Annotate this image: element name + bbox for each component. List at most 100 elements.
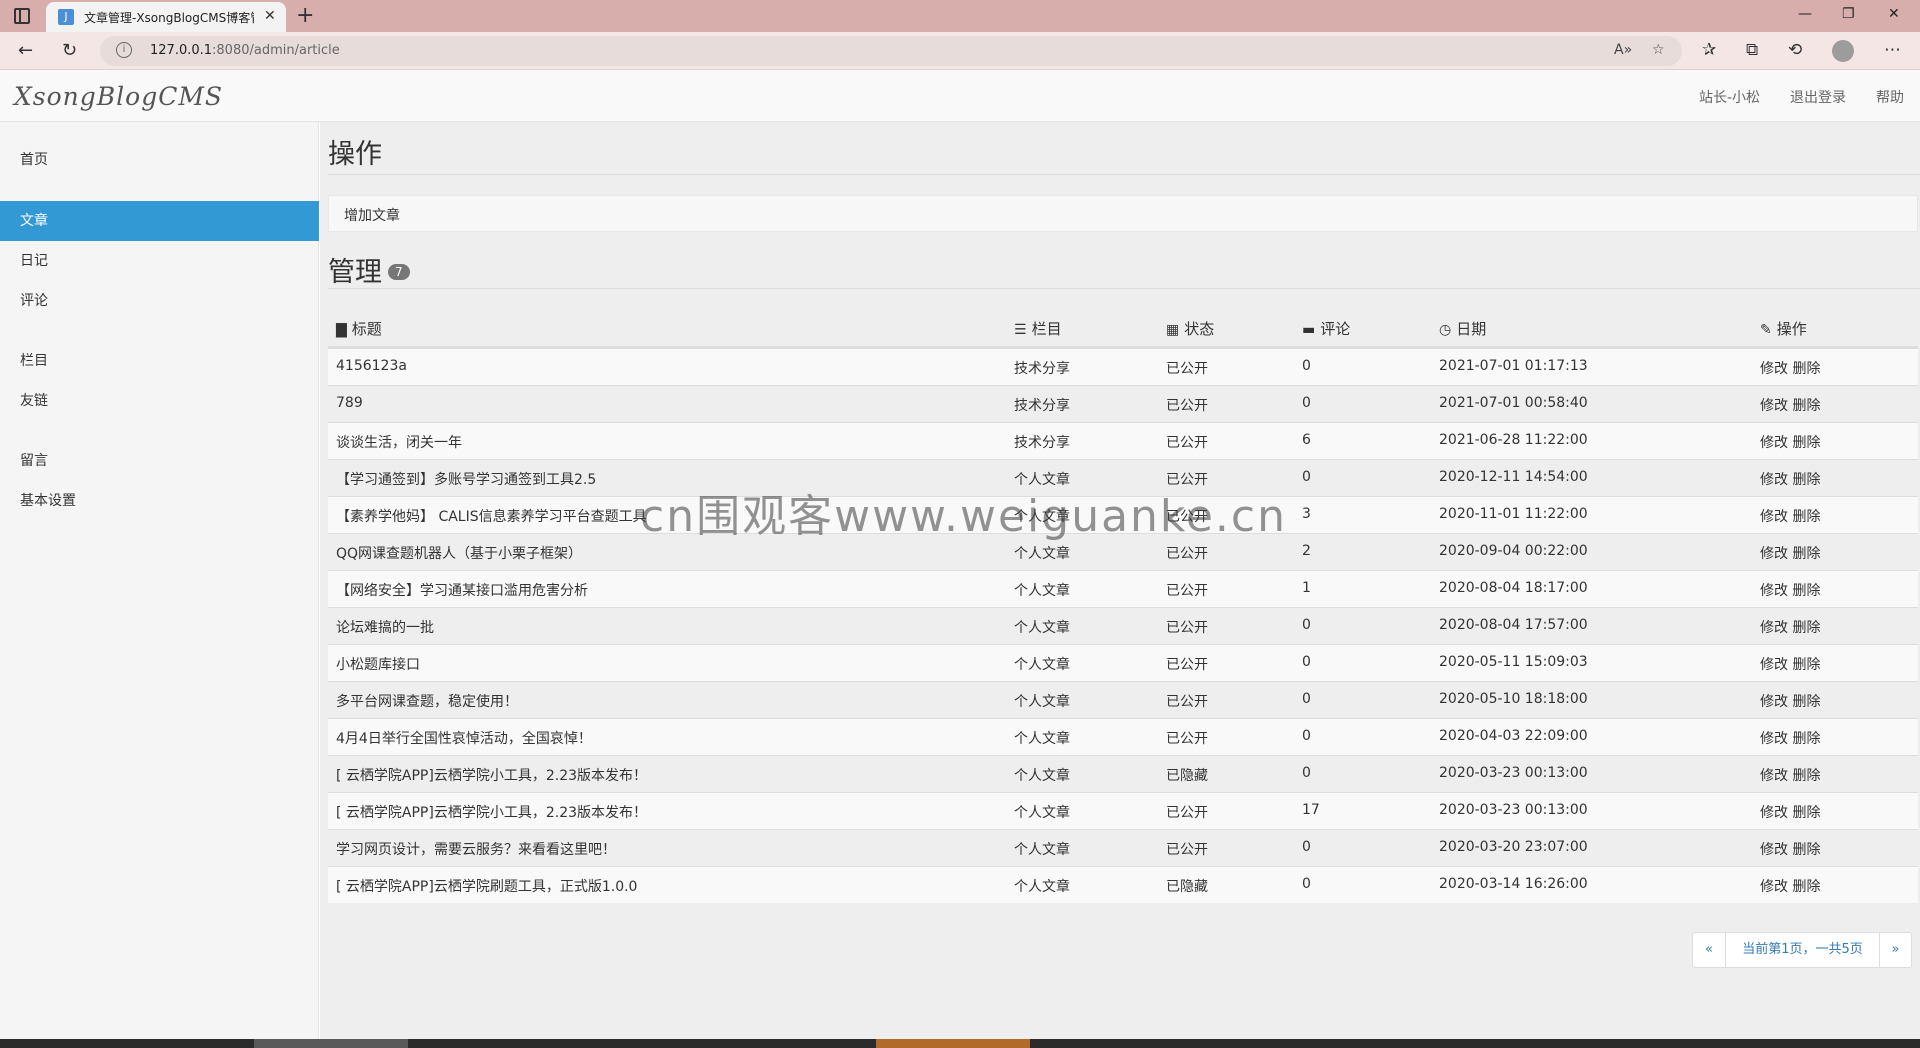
cell-title[interactable]: 【素养学他妈】 CALIS信息素养学习平台查题工具 <box>336 506 647 526</box>
add-article-link[interactable]: 增加文章 <box>344 205 400 225</box>
edit-link[interactable]: 修改 <box>1760 879 1788 895</box>
browser-tab[interactable]: J 文章管理-XsongBlogCMS博客管 ✕ <box>46 2 286 32</box>
sidebar-item-articles[interactable]: 文章 <box>0 201 319 241</box>
edit-link[interactable]: 修改 <box>1760 509 1788 525</box>
edit-link[interactable]: 修改 <box>1760 620 1788 636</box>
delete-link[interactable]: 删除 <box>1792 509 1820 525</box>
sidebar-item-settings[interactable]: 基本设置 <box>0 481 319 521</box>
user-link[interactable]: 站长-小松 <box>1699 87 1760 107</box>
restore-icon[interactable]: ❐ <box>1842 6 1855 22</box>
app-header: XsongBlogCMS 站长-小松 退出登录 帮助 <box>0 70 1920 122</box>
edit-link[interactable]: 修改 <box>1760 842 1788 858</box>
site-info-icon[interactable]: i <box>116 42 132 58</box>
col-actions: ✎ 操作 <box>1760 318 1807 339</box>
delete-link[interactable]: 删除 <box>1792 398 1820 414</box>
delete-link[interactable]: 删除 <box>1792 842 1820 858</box>
delete-link[interactable]: 删除 <box>1792 472 1820 488</box>
next-page-button[interactable]: » <box>1880 933 1911 967</box>
history-icon[interactable]: ⟲ <box>1788 40 1802 60</box>
cell-category: 个人文章 <box>1014 768 1070 784</box>
cell-title[interactable]: [ 云栖学院APP]云栖学院刷题工具，正式版1.0.0 <box>336 876 637 896</box>
add-favorite-icon[interactable]: ☆ <box>1652 42 1665 58</box>
help-link[interactable]: 帮助 <box>1876 87 1904 107</box>
sidebar-item-home[interactable]: 首页 <box>0 140 319 180</box>
sidebar-item-comments[interactable]: 评论 <box>0 281 319 321</box>
edit-link[interactable]: 修改 <box>1760 361 1788 377</box>
minimize-icon[interactable]: — <box>1798 6 1812 22</box>
manage-heading: 管理 7 <box>328 250 410 289</box>
table-row: 4156123a 技术分享 已公开 0 2021-07-01 01:17:13 修改 删除 <box>328 348 1918 385</box>
edit-link[interactable]: 修改 <box>1760 435 1788 451</box>
edit-link[interactable]: 修改 <box>1760 768 1788 784</box>
cell-title[interactable]: 谈谈生活，闭关一年 <box>336 432 462 452</box>
edit-link[interactable]: 修改 <box>1760 398 1788 414</box>
edit-link[interactable]: 修改 <box>1760 583 1788 599</box>
manage-title: 管理 <box>328 257 382 288</box>
url-field[interactable]: i 127.0.0.1:8080/admin/article A» ☆ <box>100 36 1682 66</box>
taskbar-item[interactable] <box>876 1039 1030 1048</box>
delete-link[interactable]: 删除 <box>1792 546 1820 562</box>
cell-comments: 17 <box>1302 802 1320 818</box>
collections-icon[interactable]: ⧉ <box>1746 40 1758 60</box>
cell-title[interactable]: [ 云栖学院APP]云栖学院小工具，2.23版本发布！ <box>336 765 647 785</box>
read-aloud-icon[interactable]: A» <box>1614 42 1632 58</box>
cell-title[interactable]: 学习网页设计，需要云服务？来看看这里吧！ <box>336 839 616 859</box>
delete-link[interactable]: 删除 <box>1792 768 1820 784</box>
cell-category: 个人文章 <box>1014 694 1070 710</box>
sidebar-item-messages[interactable]: 留言 <box>0 441 319 481</box>
cell-status: 已公开 <box>1166 731 1208 747</box>
cell-title[interactable]: 多平台网课查题，稳定使用！ <box>336 691 518 711</box>
sidebar-item-diary[interactable]: 日记 <box>0 241 319 281</box>
tab-actions-icon[interactable] <box>14 8 30 24</box>
sidebar-item-links[interactable]: 友链 <box>0 381 319 421</box>
cell-title[interactable]: 小松题库接口 <box>336 654 420 674</box>
back-icon[interactable]: ← <box>18 40 33 61</box>
delete-link[interactable]: 删除 <box>1792 805 1820 821</box>
refresh-icon[interactable]: ↻ <box>62 40 77 61</box>
close-tab-icon[interactable]: ✕ <box>264 8 276 24</box>
col-status-label: 状态 <box>1184 320 1215 338</box>
cell-category: 个人文章 <box>1014 620 1070 636</box>
delete-link[interactable]: 删除 <box>1792 657 1820 673</box>
delete-link[interactable]: 删除 <box>1792 361 1820 377</box>
delete-link[interactable]: 删除 <box>1792 694 1820 710</box>
cell-comments: 0 <box>1302 395 1311 411</box>
sidebar-item-categories[interactable]: 栏目 <box>0 341 319 381</box>
cell-title[interactable]: 【网络安全】学习通某接口滥用危害分析 <box>336 580 588 600</box>
edit-link[interactable]: 修改 <box>1760 657 1788 673</box>
cell-title[interactable]: 4月4日举行全国性哀悼活动，全国哀悼！ <box>336 728 592 748</box>
taskbar-item[interactable] <box>254 1039 408 1048</box>
cell-title[interactable]: [ 云栖学院APP]云栖学院小工具，2.23版本发布！ <box>336 802 647 822</box>
edit-link[interactable]: 修改 <box>1760 546 1788 562</box>
delete-link[interactable]: 删除 <box>1792 620 1820 636</box>
favicon-icon: J <box>58 9 74 25</box>
profile-avatar[interactable] <box>1832 40 1854 62</box>
cell-title[interactable]: 4156123a <box>336 358 407 374</box>
table-row: 4月4日举行全国性哀悼活动，全国哀悼！ 个人文章 已公开 0 2020-04-03 22… <box>328 718 1918 755</box>
cell-actions: 修改 删除 <box>1760 506 1820 526</box>
page-info[interactable]: 当前第1页，一共5页 <box>1726 933 1880 967</box>
delete-link[interactable]: 删除 <box>1792 879 1820 895</box>
cell-title[interactable]: QQ网课查题机器人（基于小栗子框架） <box>336 543 582 563</box>
new-tab-icon[interactable]: + <box>296 3 314 28</box>
brand-logo[interactable]: XsongBlogCMS <box>14 82 223 111</box>
pencil-icon: ✎ <box>1760 322 1772 338</box>
more-menu-icon[interactable]: ⋯ <box>1884 40 1901 60</box>
delete-link[interactable]: 删除 <box>1792 731 1820 747</box>
close-window-icon[interactable]: ✕ <box>1888 6 1900 22</box>
cell-title[interactable]: 论坛难搞的一批 <box>336 617 434 637</box>
url-text: 127.0.0.1:8080/admin/article <box>150 43 340 58</box>
delete-link[interactable]: 删除 <box>1792 435 1820 451</box>
edit-link[interactable]: 修改 <box>1760 731 1788 747</box>
prev-page-button[interactable]: « <box>1693 933 1726 967</box>
logout-link[interactable]: 退出登录 <box>1790 87 1846 107</box>
edit-link[interactable]: 修改 <box>1760 805 1788 821</box>
cell-title[interactable]: 【学习通签到】多账号学习通签到工具2.5 <box>336 469 596 489</box>
delete-link[interactable]: 删除 <box>1792 583 1820 599</box>
edit-link[interactable]: 修改 <box>1760 694 1788 710</box>
cell-title[interactable]: 789 <box>336 395 363 411</box>
edit-link[interactable]: 修改 <box>1760 472 1788 488</box>
favorites-icon[interactable]: ✰ <box>1702 40 1716 60</box>
cell-comments: 2 <box>1302 543 1311 559</box>
url-path: :8080/admin/article <box>212 43 340 58</box>
